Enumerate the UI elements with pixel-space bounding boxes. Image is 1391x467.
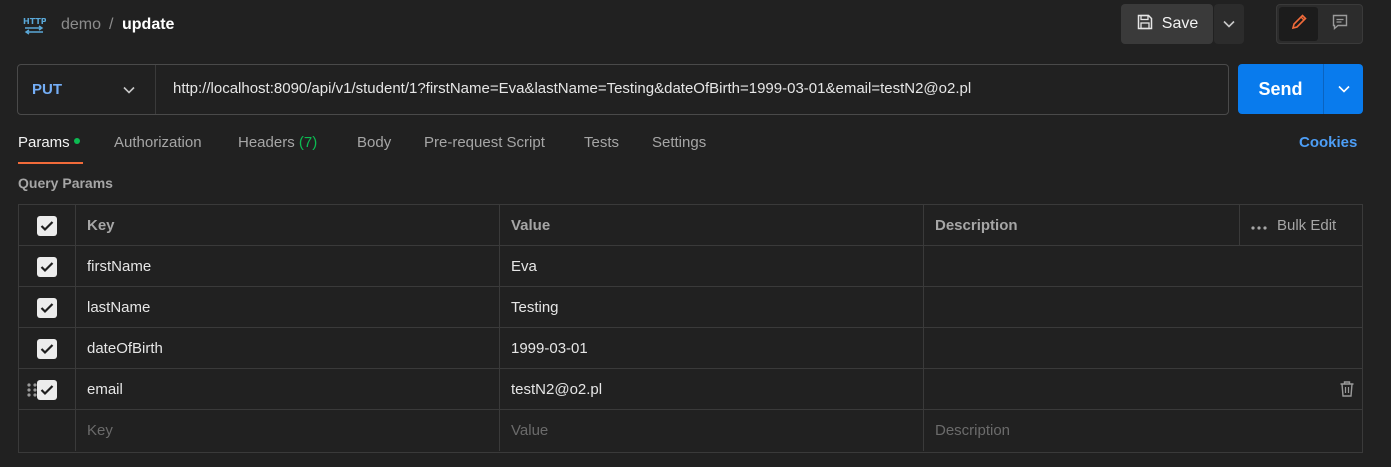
bulk-edit-button[interactable]: Bulk Edit: [1239, 205, 1362, 246]
tab-params-label: Params: [18, 134, 70, 151]
save-icon: [1136, 13, 1154, 36]
comments-mode-button[interactable]: [1320, 7, 1360, 41]
tab-authorization[interactable]: Authorization: [114, 134, 202, 164]
breadcrumb-separator: /: [109, 16, 114, 33]
table-row: dateOfBirth 1999-03-01: [19, 328, 1362, 369]
cookies-link[interactable]: Cookies: [1299, 134, 1357, 151]
edit-mode-button[interactable]: [1279, 7, 1318, 41]
new-param-row: Key Value Description: [19, 410, 1362, 451]
table-row: lastName Testing: [19, 287, 1362, 328]
chevron-down-icon: [123, 81, 135, 99]
pencil-icon: [1290, 13, 1308, 36]
table-row: firstName Eva: [19, 246, 1362, 287]
tab-headers[interactable]: Headers (7): [238, 134, 317, 164]
svg-text:HTTP: HTTP: [23, 17, 46, 26]
save-options-button[interactable]: [1214, 4, 1244, 44]
param-description[interactable]: [924, 369, 1239, 410]
method-select[interactable]: PUT: [18, 65, 156, 114]
method-label: PUT: [32, 81, 62, 98]
param-value[interactable]: Testing: [500, 287, 924, 328]
comment-icon: [1331, 13, 1349, 36]
trash-icon[interactable]: [1339, 380, 1355, 398]
table-header: Key Value Description Bulk Edit: [19, 205, 1362, 246]
new-description-input[interactable]: Description: [924, 410, 1239, 451]
tab-pre-request-script[interactable]: Pre-request Script: [424, 134, 545, 164]
new-key-input[interactable]: Key: [76, 410, 500, 451]
param-key[interactable]: email: [76, 369, 500, 410]
more-icon[interactable]: [1251, 217, 1267, 234]
param-value[interactable]: 1999-03-01: [500, 328, 924, 369]
param-key[interactable]: firstName: [76, 246, 500, 287]
param-description[interactable]: [924, 246, 1239, 287]
query-params-table: Key Value Description Bulk Edit firstNam…: [18, 204, 1363, 453]
param-value[interactable]: testN2@o2.pl: [500, 369, 924, 410]
column-value: Value: [500, 205, 924, 246]
row-checkbox[interactable]: [37, 297, 57, 318]
drag-handle-icon[interactable]: [26, 382, 38, 398]
chevron-down-icon: [1223, 15, 1235, 33]
row-check-cell: [19, 246, 76, 287]
chevron-down-icon: [1337, 80, 1350, 98]
param-description[interactable]: [924, 287, 1239, 328]
breadcrumb-collection[interactable]: demo: [61, 15, 101, 35]
param-description[interactable]: [924, 328, 1239, 369]
save-button[interactable]: Save: [1121, 4, 1213, 44]
row-checkbox[interactable]: [37, 256, 57, 277]
active-tab-indicator: [18, 162, 83, 164]
send-options-button[interactable]: [1323, 64, 1363, 114]
save-label: Save: [1161, 15, 1199, 32]
params-active-dot: [73, 138, 80, 145]
headers-count: (7): [298, 134, 318, 151]
row-checkbox[interactable]: [37, 379, 57, 400]
row-checkbox[interactable]: [37, 338, 57, 359]
request-name[interactable]: update: [122, 15, 174, 35]
select-all-checkbox[interactable]: [37, 215, 57, 236]
param-key[interactable]: dateOfBirth: [76, 328, 500, 369]
tab-params[interactable]: Params: [18, 134, 80, 164]
tab-headers-label: Headers: [238, 134, 295, 151]
table-row: email testN2@o2.pl: [19, 369, 1362, 410]
param-value[interactable]: Eva: [500, 246, 924, 287]
row-check-cell: [19, 287, 76, 328]
row-check-cell: [19, 410, 76, 451]
tab-tests[interactable]: Tests: [584, 134, 619, 164]
param-key[interactable]: lastName: [76, 287, 500, 328]
query-params-title: Query Params: [18, 175, 113, 191]
header-check-cell: [19, 205, 76, 246]
tab-settings[interactable]: Settings: [652, 134, 706, 164]
send-button[interactable]: Send: [1238, 64, 1323, 114]
row-check-cell: [19, 328, 76, 369]
url-input[interactable]: http://localhost:8090/api/v1/student/1?f…: [173, 80, 971, 97]
http-icon: HTTP: [22, 13, 47, 35]
column-key: Key: [76, 205, 500, 246]
column-description: Description: [935, 217, 1018, 234]
new-value-input[interactable]: Value: [500, 410, 924, 451]
bulk-edit-label: Bulk Edit: [1277, 217, 1337, 234]
tab-body[interactable]: Body: [357, 134, 391, 164]
